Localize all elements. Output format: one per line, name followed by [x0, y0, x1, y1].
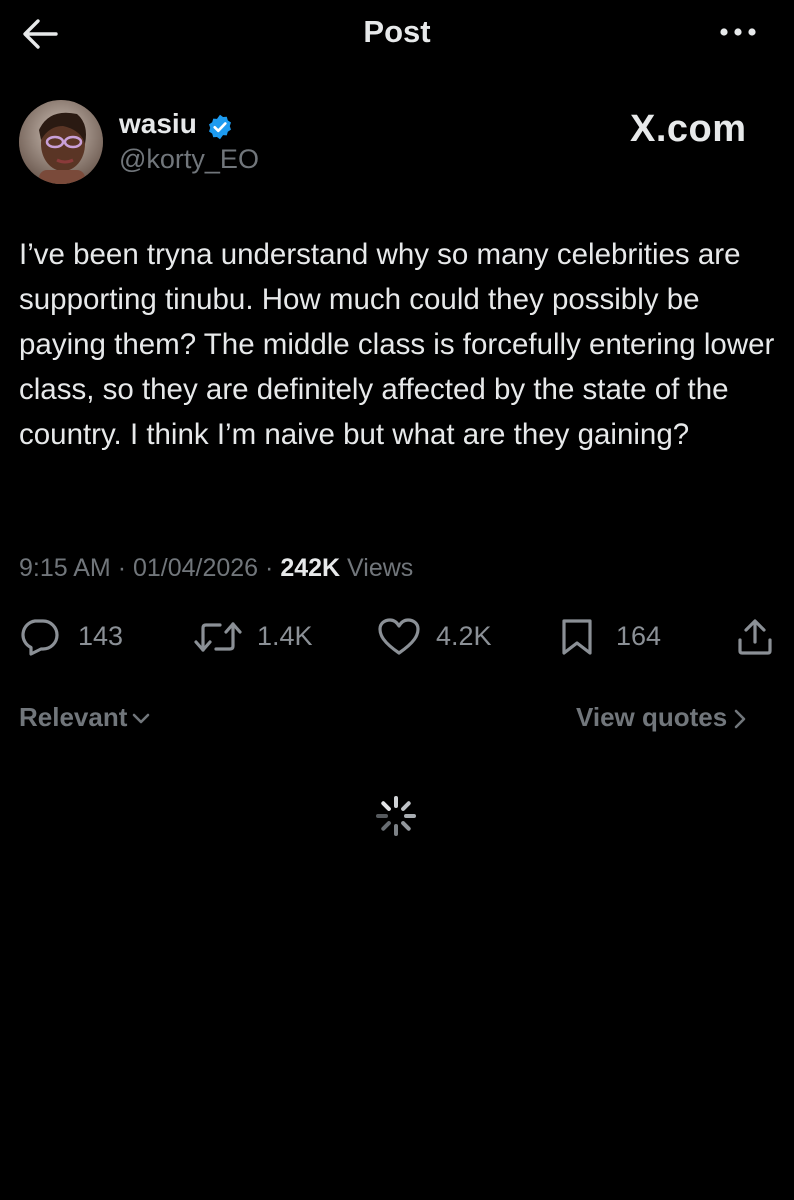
- sort-dropdown[interactable]: Relevant: [19, 702, 151, 733]
- share-button[interactable]: [736, 612, 776, 662]
- view-quotes-label: View quotes: [576, 702, 728, 732]
- views-label: Views: [347, 554, 414, 582]
- like-count: 4.2K: [436, 621, 492, 651]
- tweet-text: I’ve been tryna understand why so many c…: [19, 238, 775, 451]
- more-button[interactable]: [716, 20, 760, 44]
- chevron-down-icon: [133, 713, 150, 724]
- bookmark-button[interactable]: 164: [561, 612, 681, 662]
- heart-icon: [378, 618, 420, 655]
- top-bar: Post: [0, 0, 794, 66]
- bookmark-count: 164: [616, 621, 662, 651]
- user-handle[interactable]: @korty_EO: [119, 144, 259, 175]
- chevron-right-icon: [734, 709, 746, 729]
- tweet-time: 9:15 AM: [19, 554, 111, 582]
- avatar[interactable]: [19, 100, 103, 184]
- tweet-date: 01/04/2026: [132, 554, 259, 582]
- meta-separator: ·: [265, 554, 274, 582]
- reply-button[interactable]: 143: [19, 612, 139, 662]
- action-bar: 143 1.4K 4.2K 164: [0, 612, 794, 662]
- reply-icon: [21, 619, 59, 656]
- repost-count: 1.4K: [257, 621, 313, 651]
- xcom-watermark: X.com: [630, 108, 747, 150]
- share-icon: [738, 619, 772, 655]
- tweet-meta: 9:15 AM · 01/04/2026 · 242K Views: [19, 554, 413, 583]
- page-title: Post: [363, 14, 431, 49]
- reply-count: 143: [78, 621, 124, 651]
- avatar-image: [19, 100, 103, 184]
- more-horizontal-icon: [720, 28, 756, 36]
- repost-button[interactable]: 1.4K: [194, 612, 324, 662]
- repost-icon: [194, 622, 242, 652]
- display-name[interactable]: wasiu: [119, 108, 197, 140]
- meta-separator: ·: [117, 554, 127, 582]
- views-count[interactable]: 242K: [280, 554, 340, 582]
- loading-spinner-icon: [376, 796, 416, 836]
- view-quotes-link[interactable]: View quotes: [576, 702, 747, 733]
- verified-badge-icon: [209, 114, 231, 140]
- bookmark-icon: [562, 619, 592, 655]
- sort-label: Relevant: [19, 702, 128, 732]
- like-button[interactable]: 4.2K: [378, 612, 508, 662]
